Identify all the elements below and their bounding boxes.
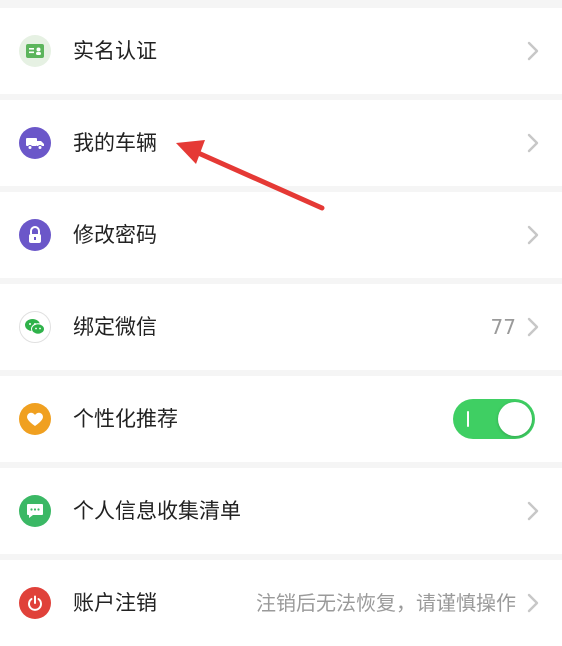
settings-row-bind-wechat[interactable]: 绑定微信 77 bbox=[0, 284, 562, 370]
settings-row-real-name[interactable]: 实名认证 bbox=[0, 8, 562, 94]
chevron-right-icon bbox=[527, 501, 539, 521]
settings-row-label: 实名认证 bbox=[73, 39, 157, 63]
toggle-on-indicator bbox=[467, 411, 469, 427]
toggle-knob bbox=[498, 402, 532, 436]
power-icon bbox=[19, 587, 51, 619]
id-card-icon bbox=[19, 35, 51, 67]
chevron-right-icon bbox=[527, 225, 539, 245]
personalized-recommendation-toggle[interactable] bbox=[453, 399, 535, 439]
heart-icon bbox=[19, 403, 51, 435]
settings-row-label: 个性化推荐 bbox=[73, 407, 178, 431]
account-cancel-warning: 注销后无法恢复，请谨慎操作 bbox=[256, 591, 516, 615]
message-icon bbox=[19, 495, 51, 527]
chevron-right-icon bbox=[527, 41, 539, 61]
wechat-icon bbox=[19, 311, 51, 343]
chevron-right-icon bbox=[527, 133, 539, 153]
settings-row-label: 个人信息收集清单 bbox=[73, 499, 241, 523]
lock-icon bbox=[19, 219, 51, 251]
settings-row-account-cancel[interactable]: 账户注销 注销后无法恢复，请谨慎操作 bbox=[0, 560, 562, 646]
chevron-right-icon bbox=[527, 317, 539, 337]
settings-row-personalized-recommendation: 个性化推荐 bbox=[0, 376, 562, 462]
settings-row-personal-info-list[interactable]: 个人信息收集清单 bbox=[0, 468, 562, 554]
truck-icon bbox=[19, 127, 51, 159]
settings-row-label: 账户注销 bbox=[73, 591, 157, 615]
wechat-bound-value: 77 bbox=[490, 315, 516, 339]
settings-row-label: 绑定微信 bbox=[73, 315, 157, 339]
settings-row-change-password[interactable]: 修改密码 bbox=[0, 192, 562, 278]
settings-row-my-vehicles[interactable]: 我的车辆 bbox=[0, 100, 562, 186]
settings-row-label: 修改密码 bbox=[73, 223, 157, 247]
settings-row-label: 我的车辆 bbox=[73, 131, 157, 155]
chevron-right-icon bbox=[527, 593, 539, 613]
